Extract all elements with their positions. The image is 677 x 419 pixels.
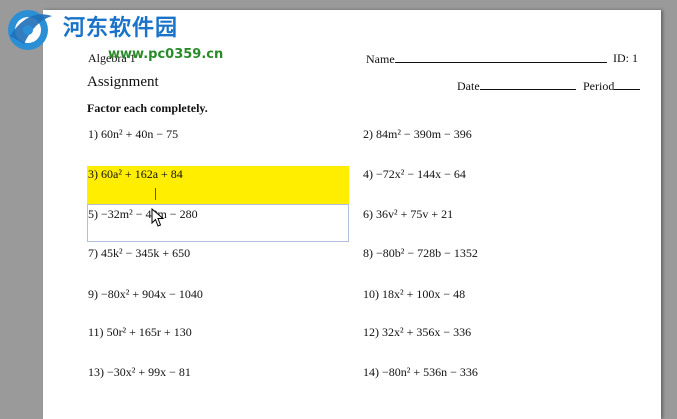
mouse-cursor-icon	[151, 207, 165, 233]
watermark-url: www.pc0359.cn	[108, 47, 224, 62]
period-field[interactable]: Period	[583, 78, 641, 94]
problem-12: 12) 32x² + 356x − 336	[363, 325, 472, 339]
date-label: Date	[457, 79, 480, 93]
name-blank	[394, 51, 607, 63]
problem-1: 1) 60n² + 40n − 75	[88, 127, 179, 141]
problem-4: 4) −72x² − 144x − 64	[363, 167, 466, 181]
problem-13: 13) −30x² + 99x − 81	[88, 365, 191, 379]
problem-11: 11) 50r² + 165r + 130	[88, 325, 192, 339]
watermark-logo-icon	[8, 10, 52, 50]
problem-6: 6) 36v² + 75v + 21	[363, 207, 454, 221]
problem-5: 5) −32m² − 48m − 280	[88, 207, 198, 221]
problem-3: 3) 60a² + 162a + 84	[88, 167, 183, 181]
instructions: Factor each completely.	[87, 101, 208, 115]
problem-8: 8) −80b² − 728b − 1352	[363, 246, 478, 260]
name-field[interactable]: Name	[366, 51, 607, 67]
assignment-title: Assignment	[87, 74, 159, 90]
period-label: Period	[583, 79, 615, 93]
date-blank	[479, 78, 576, 90]
period-blank	[614, 78, 641, 90]
name-label: Name	[366, 52, 395, 66]
problem-9: 9) −80x² + 904x − 1040	[88, 287, 203, 301]
watermark-logo: 河东软件园 www.pc0359.cn	[0, 0, 223, 62]
date-field[interactable]: Date	[457, 78, 576, 94]
watermark-brand: 河东软件园	[63, 16, 179, 41]
problem-10: 10) 18x² + 100x − 48	[363, 287, 466, 301]
id-label: ID: 1	[613, 51, 638, 65]
problem-7: 7) 45k² − 345k + 650	[88, 246, 191, 260]
problem-14: 14) −80n² + 536n − 336	[363, 365, 478, 379]
text-caret	[155, 188, 156, 200]
worksheet-page: Algebra 1 Name ID: 1 Assignment Date Per…	[43, 10, 661, 419]
problem-2: 2) 84m² − 390m − 396	[363, 127, 472, 141]
